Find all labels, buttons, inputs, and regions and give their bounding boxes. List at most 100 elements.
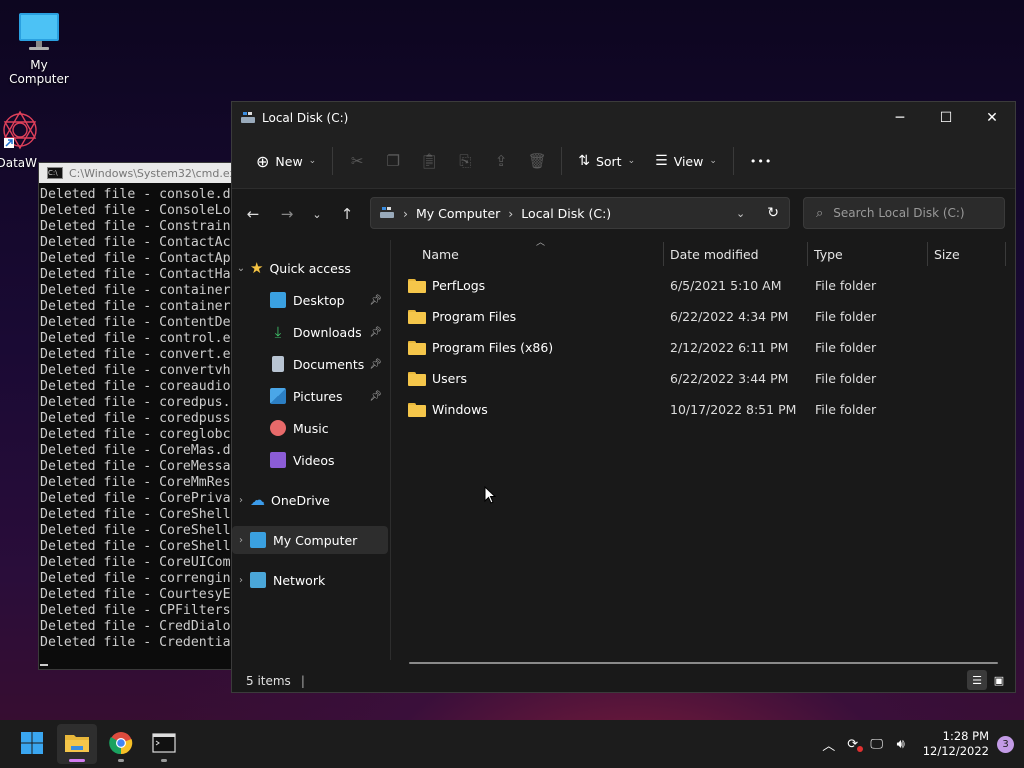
view-button[interactable]: ☰ View ⌄ bbox=[645, 145, 727, 177]
taskbar-chrome[interactable] bbox=[101, 724, 141, 764]
more-options-button[interactable]: ••• bbox=[740, 145, 782, 177]
copy-icon[interactable]: ❐ bbox=[375, 145, 411, 177]
sidebar-item-onedrive[interactable]: › ☁ OneDrive bbox=[232, 486, 388, 514]
monitor-icon bbox=[17, 10, 61, 54]
desktop-icon-dataw[interactable]: DataW bbox=[0, 108, 60, 170]
chevron-right-icon: › bbox=[508, 205, 514, 221]
file-row[interactable]: PerfLogs 6/5/2021 5:10 AM File folder bbox=[408, 270, 1008, 301]
file-row[interactable]: Program Files (x86) 2/12/2022 6:11 PM Fi… bbox=[408, 332, 1008, 363]
network-icon bbox=[250, 572, 266, 588]
horizontal-scrollbar[interactable] bbox=[409, 662, 998, 664]
column-divider[interactable] bbox=[1005, 242, 1006, 266]
up-arrow-icon[interactable]: ↑ bbox=[330, 205, 364, 223]
column-header-type[interactable]: Type bbox=[814, 242, 926, 266]
pin-icon[interactable]: 📌︎ bbox=[369, 359, 382, 370]
cmd-output-line: Deleted file - CorePriva bbox=[40, 491, 231, 506]
column-header-size[interactable]: Size bbox=[934, 242, 1004, 266]
minimize-button[interactable]: ─ bbox=[877, 102, 923, 134]
back-arrow-icon[interactable]: ← bbox=[236, 205, 270, 223]
view-toggle: ☰ ▣ bbox=[967, 670, 1009, 690]
file-type: File folder bbox=[815, 309, 877, 324]
sidebar-item-pictures[interactable]: Pictures 📌︎ bbox=[232, 382, 388, 410]
cmd-output: Deleted file - console.d Deleted file - C… bbox=[39, 183, 239, 651]
status-bar: 5 items | bbox=[246, 674, 305, 688]
breadcrumb-my-computer[interactable]: My Computer bbox=[416, 206, 500, 221]
cmd-output-line: Deleted file - CoreShell bbox=[40, 523, 231, 538]
explorer-titlebar[interactable]: Local Disk (C:) ─ ☐ ✕ bbox=[232, 102, 1015, 134]
chevron-down-icon[interactable]: ⌄ bbox=[232, 263, 250, 274]
recent-locations-chevron-icon[interactable]: ⌄ bbox=[304, 208, 330, 221]
cmd-titlebar[interactable]: C:\ C:\Windows\System32\cmd.ex bbox=[39, 163, 239, 183]
column-header-date[interactable]: Date modified bbox=[670, 242, 806, 266]
file-row[interactable]: Windows 10/17/2022 8:51 PM File folder bbox=[408, 394, 1008, 425]
cmd-output-line: Deleted file - Credentia bbox=[40, 635, 231, 650]
chevron-right-icon[interactable]: › bbox=[232, 495, 250, 506]
paste-icon[interactable]: 📋︎ bbox=[411, 145, 447, 177]
running-indicator bbox=[118, 759, 124, 762]
sort-button[interactable]: ⇅ Sort ⌄ bbox=[568, 145, 645, 177]
sidebar-item-network[interactable]: › Network bbox=[232, 566, 388, 594]
pin-icon[interactable]: 📌︎ bbox=[369, 391, 382, 402]
share-icon[interactable]: ⇪ bbox=[483, 145, 519, 177]
desktop-icon-my-computer[interactable]: My Computer bbox=[0, 10, 79, 86]
column-divider[interactable] bbox=[663, 242, 664, 266]
file-explorer-window[interactable]: Local Disk (C:) ─ ☐ ✕ ⊕ New ⌄ ✂ ❐ 📋︎ ⎘ ⇪… bbox=[231, 101, 1016, 693]
sidebar-item-my-computer[interactable]: › My Computer bbox=[232, 526, 388, 554]
pin-icon[interactable]: 📌︎ bbox=[369, 327, 382, 338]
network-status-icon[interactable]: 🖵︎ bbox=[865, 737, 889, 752]
sidebar-item-label: Quick access bbox=[269, 260, 351, 276]
breadcrumb-local-disk[interactable]: Local Disk (C:) bbox=[521, 206, 611, 221]
sidebar-item-desktop[interactable]: Desktop 📌︎ bbox=[232, 286, 388, 314]
sidebar-item-documents[interactable]: Documents 📌︎ bbox=[232, 350, 388, 378]
cmd-output-line: Deleted file - CPFilters bbox=[40, 603, 231, 618]
sidebar-item-quick-access[interactable]: ⌄ ★ Quick access bbox=[232, 254, 388, 282]
cmd-output-line: Deleted file - convert.e bbox=[40, 347, 231, 362]
taskbar-terminal[interactable] bbox=[144, 724, 184, 764]
file-row[interactable]: Users 6/22/2022 3:44 PM File folder bbox=[408, 363, 1008, 394]
sidebar-item-music[interactable]: Music bbox=[232, 414, 388, 442]
address-history-chevron-icon[interactable]: ⌄ bbox=[736, 207, 745, 220]
clock-time: 1:28 PM bbox=[942, 729, 989, 743]
refresh-icon[interactable]: ↻ bbox=[767, 205, 779, 221]
file-type: File folder bbox=[815, 340, 877, 355]
pin-icon[interactable]: 📌︎ bbox=[369, 295, 382, 306]
rename-icon[interactable]: ⎘ bbox=[447, 145, 483, 177]
new-button[interactable]: ⊕ New ⌄ bbox=[246, 145, 326, 177]
cmd-output-line: Deleted file - CoreMessa bbox=[40, 459, 231, 474]
column-label: Date modified bbox=[670, 246, 759, 262]
details-view-icon[interactable]: ☰ bbox=[967, 670, 987, 690]
close-button[interactable]: ✕ bbox=[969, 102, 1015, 134]
notification-badge[interactable]: 3 bbox=[997, 735, 1014, 753]
delete-icon[interactable]: 🗑︎ bbox=[519, 145, 555, 177]
volume-icon[interactable]: 🔊︎ bbox=[889, 737, 913, 752]
file-date: 6/22/2022 3:44 PM bbox=[670, 371, 789, 386]
column-divider[interactable] bbox=[927, 242, 928, 266]
maximize-button[interactable]: ☐ bbox=[923, 102, 969, 134]
large-icons-view-icon[interactable]: ▣ bbox=[989, 670, 1009, 690]
cmd-window[interactable]: C:\ C:\Windows\System32\cmd.ex Deleted f… bbox=[38, 162, 240, 670]
file-row[interactable]: Program Files 6/22/2022 4:34 PM File fol… bbox=[408, 301, 1008, 332]
address-bar[interactable]: › My Computer › Local Disk (C:) ⌄ ↻ bbox=[370, 197, 790, 229]
window-title: Local Disk (C:) bbox=[262, 111, 349, 125]
cmd-output-line: Deleted file - ContentDe bbox=[40, 315, 231, 330]
sidebar-item-videos[interactable]: Videos bbox=[232, 446, 388, 474]
taskbar: ︿ ⟳ 🖵︎ 🔊︎ 1:28 PM 12/12/2022 3 bbox=[0, 720, 1024, 768]
column-header-name[interactable]: Name bbox=[422, 242, 662, 266]
sidebar-item-downloads[interactable]: ⤓ Downloads 📌︎ bbox=[232, 318, 388, 346]
column-divider[interactable] bbox=[807, 242, 808, 266]
sync-icon[interactable]: ⟳ bbox=[841, 737, 865, 752]
search-box[interactable]: ⌕ Search Local Disk (C:) bbox=[803, 197, 1005, 229]
clock[interactable]: 1:28 PM 12/12/2022 bbox=[923, 729, 989, 759]
sidebar-item-label: OneDrive bbox=[271, 492, 330, 508]
forward-arrow-icon[interactable]: → bbox=[270, 205, 304, 223]
search-input[interactable]: Search Local Disk (C:) bbox=[833, 206, 964, 220]
chevron-right-icon[interactable]: › bbox=[232, 575, 250, 586]
chevron-right-icon[interactable]: › bbox=[232, 535, 250, 546]
cut-icon[interactable]: ✂ bbox=[339, 145, 375, 177]
chevron-up-icon[interactable]: ︿ bbox=[817, 735, 841, 754]
taskbar-file-explorer[interactable] bbox=[57, 724, 97, 764]
cmd-output-line: Deleted file - CoreShell bbox=[40, 507, 231, 522]
start-button[interactable] bbox=[12, 724, 52, 764]
sidebar-item-label: Network bbox=[273, 572, 326, 588]
chrome-icon bbox=[109, 731, 133, 758]
